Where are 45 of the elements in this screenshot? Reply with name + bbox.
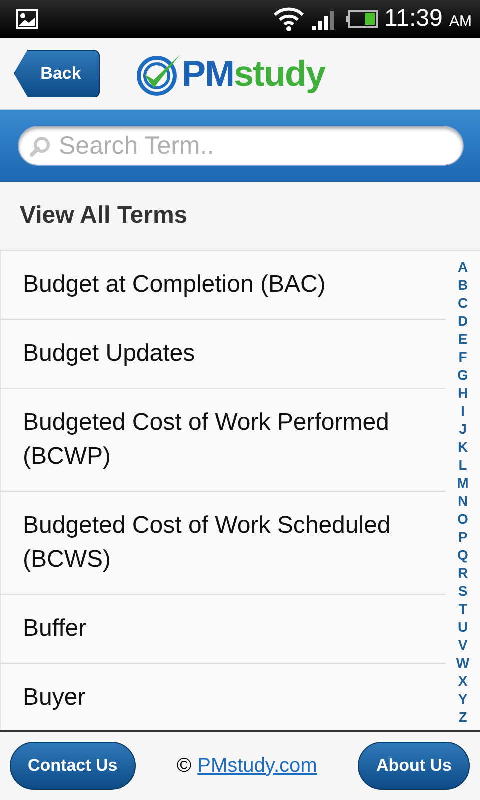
section-title: View All Terms (20, 202, 188, 230)
index-letter[interactable]: V (458, 637, 468, 654)
index-letter[interactable]: F (458, 349, 468, 366)
index-letter[interactable]: B (458, 277, 468, 294)
index-letter[interactable]: E (458, 331, 468, 348)
index-letter[interactable]: O (458, 511, 468, 528)
index-letter[interactable]: S (458, 583, 468, 600)
index-letter[interactable]: Z (458, 709, 468, 726)
logo-text: PMstudy (182, 52, 326, 94)
term-item[interactable]: Budgeted Cost of Work Scheduled (BCWS) (0, 492, 446, 595)
website-link[interactable]: PMstudy.com (198, 754, 318, 778)
image-icon (16, 9, 38, 29)
index-letter[interactable]: G (458, 367, 468, 384)
index-letter[interactable]: C (458, 295, 468, 312)
term-item[interactable]: Budget Updates (0, 320, 446, 389)
wifi-icon (272, 6, 305, 32)
index-letter[interactable]: A (458, 259, 468, 276)
index-letter[interactable]: M (457, 475, 469, 492)
index-letter[interactable]: W (456, 655, 470, 672)
term-item[interactable]: Budget at Completion (BAC) (0, 251, 446, 320)
index-letter[interactable]: J (459, 421, 467, 438)
index-letter[interactable]: Q (458, 547, 468, 564)
term-item[interactable]: Budgeted Cost of Work Performed (BCWP) (0, 389, 446, 492)
back-button[interactable]: Back (14, 50, 100, 98)
contact-button[interactable]: Contact Us (10, 742, 136, 790)
index-letter[interactable]: N (458, 493, 468, 510)
index-letter[interactable]: I (461, 403, 465, 420)
index-letter[interactable]: U (458, 619, 468, 636)
index-letter[interactable]: K (458, 439, 468, 456)
copyright-symbol: © (176, 754, 192, 778)
index-letter[interactable]: L (458, 457, 468, 474)
search-icon (30, 136, 52, 158)
index-letter[interactable]: Y (458, 691, 468, 708)
index-letter[interactable]: R (458, 565, 468, 582)
index-letter[interactable]: X (458, 673, 468, 690)
index-letter[interactable]: P (458, 529, 468, 546)
index-letter[interactable]: H (458, 385, 468, 402)
index-letter[interactable]: D (458, 313, 468, 330)
term-item[interactable]: Buffer (0, 595, 446, 664)
status-time: 11:39 AM (384, 5, 472, 33)
index-letter[interactable]: T (458, 601, 468, 618)
battery-icon (344, 9, 379, 29)
search-field[interactable]: Search Term.. (18, 126, 464, 166)
term-item[interactable]: Buyer (0, 664, 446, 730)
about-button[interactable]: About Us (358, 742, 470, 790)
